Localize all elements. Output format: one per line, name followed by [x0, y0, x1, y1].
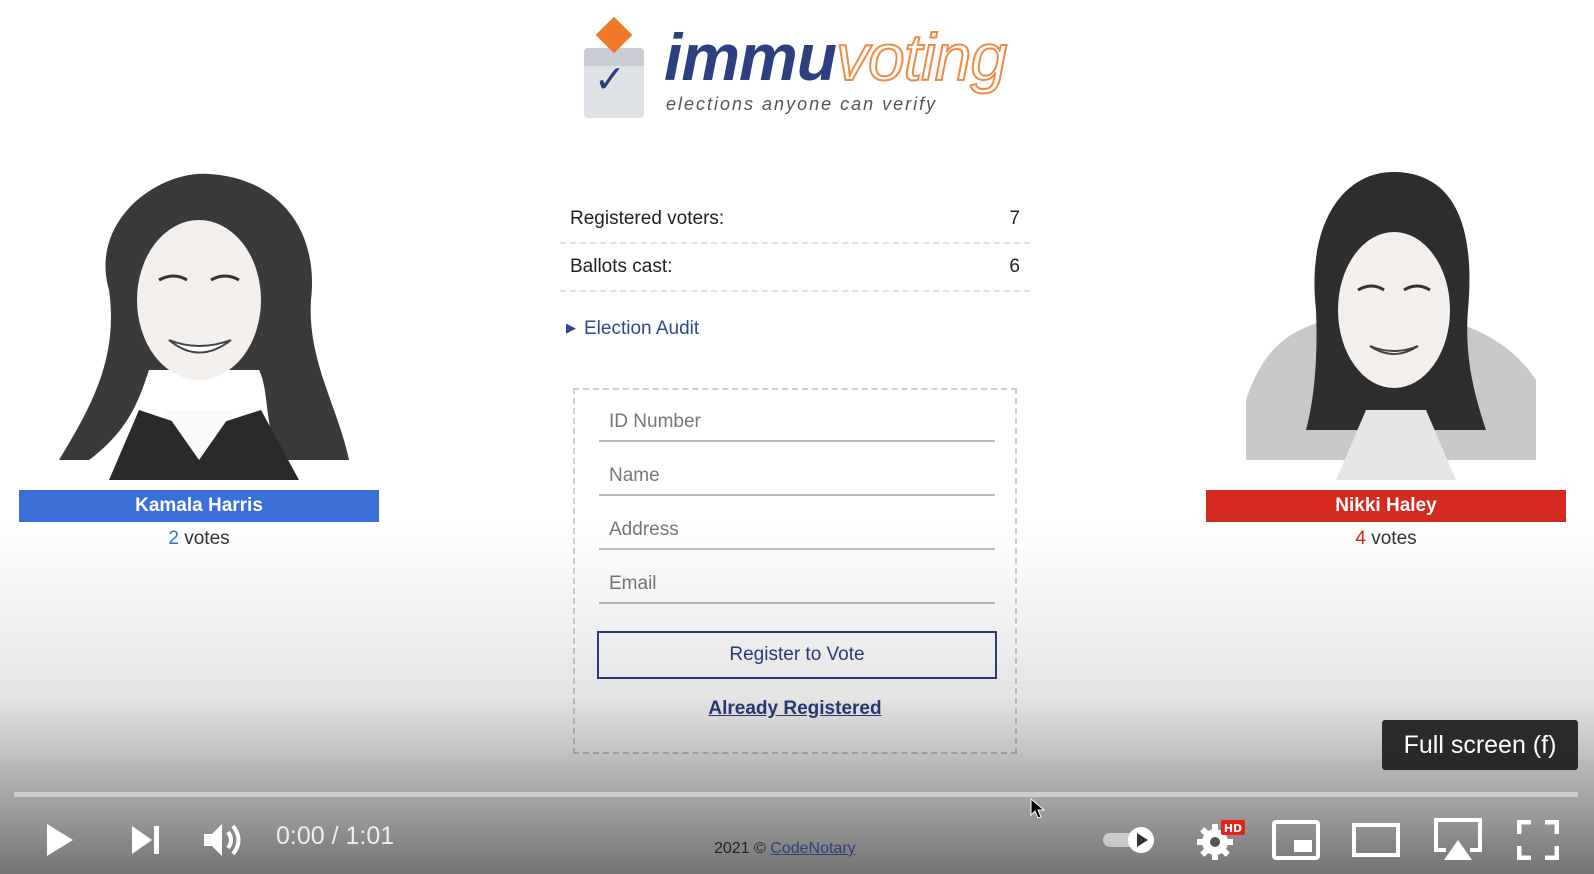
next-button[interactable] [122, 812, 170, 868]
stat-label: Ballots cast: [570, 256, 673, 277]
video-frame[interactable]: ✓ immuvoting elections anyone can verify… [0, 0, 1594, 874]
player-controls: 0:00 / 1:01 HD [0, 812, 1594, 872]
miniplayer-icon [1272, 820, 1320, 860]
stat-registered-voters: Registered voters: 7 [560, 196, 1030, 244]
vote-count: 4 [1355, 528, 1366, 549]
miniplayer-button[interactable] [1270, 812, 1322, 868]
settings-button[interactable]: HD [1192, 812, 1250, 868]
register-to-vote-button[interactable]: Register to Vote [597, 631, 997, 679]
next-icon [132, 826, 159, 854]
candidate-portrait [1236, 160, 1536, 480]
candidate-name: Nikki Haley [1206, 490, 1566, 522]
progress-bar[interactable] [14, 792, 1578, 797]
time-current: 0:00 [276, 822, 325, 850]
election-audit-label: Election Audit [584, 318, 700, 339]
settings-icon: HD [1197, 820, 1245, 860]
vote-count: 2 [168, 528, 179, 549]
time-total: 1:01 [345, 822, 395, 850]
haley-sketch-icon [1246, 171, 1536, 480]
stat-value: 6 [1009, 256, 1020, 277]
candidate-card-harris[interactable]: Kamala Harris 2 votes [19, 160, 379, 550]
disclosure-triangle-icon: ▶ [566, 320, 576, 335]
candidate-name: Kamala Harris [19, 490, 379, 522]
name-field[interactable]: Name [599, 456, 995, 496]
already-registered-link[interactable]: Already Registered [575, 698, 1015, 720]
candidate-portrait [49, 160, 349, 480]
stat-label: Registered voters: [570, 208, 725, 229]
volume-button[interactable] [198, 812, 250, 868]
fullscreen-icon [1517, 820, 1559, 860]
theater-mode-icon [1352, 823, 1400, 857]
airplay-icon [1434, 818, 1482, 860]
email-field[interactable]: Email [599, 564, 995, 604]
votes-label: votes [1371, 528, 1417, 549]
autoplay-toggle[interactable] [1100, 812, 1160, 868]
checkmark-icon: ✓ [594, 57, 626, 101]
time-display: 0:00 / 1:01 [276, 822, 394, 851]
immuvoting-logo: ✓ immuvoting elections anyone can verify [580, 14, 1020, 124]
autoplay-toggle-icon [1103, 827, 1154, 853]
play-button[interactable] [36, 812, 84, 868]
votes-label: votes [184, 528, 230, 549]
stat-ballots-cast: Ballots cast: 6 [560, 244, 1030, 292]
play-icon [47, 824, 73, 856]
election-audit-toggle[interactable]: ▶ Election Audit [566, 318, 699, 340]
theater-mode-button[interactable] [1350, 812, 1402, 868]
logo-tagline: elections anyone can verify [666, 94, 938, 114]
time-separator: / [331, 822, 339, 850]
election-stats: Registered voters: 7 Ballots cast: 6 [560, 196, 1030, 292]
logo-wordmark: immuvoting [664, 23, 1008, 91]
candidate-votes: 2 votes [19, 528, 379, 550]
candidate-card-haley[interactable]: Nikki Haley 4 votes [1206, 160, 1566, 550]
stat-value: 7 [1009, 208, 1020, 229]
candidate-votes: 4 votes [1206, 528, 1566, 550]
registration-form: ID Number Name Address Email Register to… [573, 388, 1017, 754]
volume-icon [204, 824, 241, 856]
address-field[interactable]: Address [599, 510, 995, 550]
harris-sketch-icon [59, 173, 349, 480]
hd-badge: HD [1224, 822, 1242, 835]
logo-word-voting: voting [835, 20, 1008, 94]
fullscreen-tooltip: Full screen (f) [1382, 720, 1578, 770]
logo-word-immu: immu [664, 20, 837, 94]
id-number-field[interactable]: ID Number [599, 402, 995, 442]
airplay-button[interactable] [1430, 812, 1486, 868]
fullscreen-button[interactable] [1512, 812, 1564, 868]
